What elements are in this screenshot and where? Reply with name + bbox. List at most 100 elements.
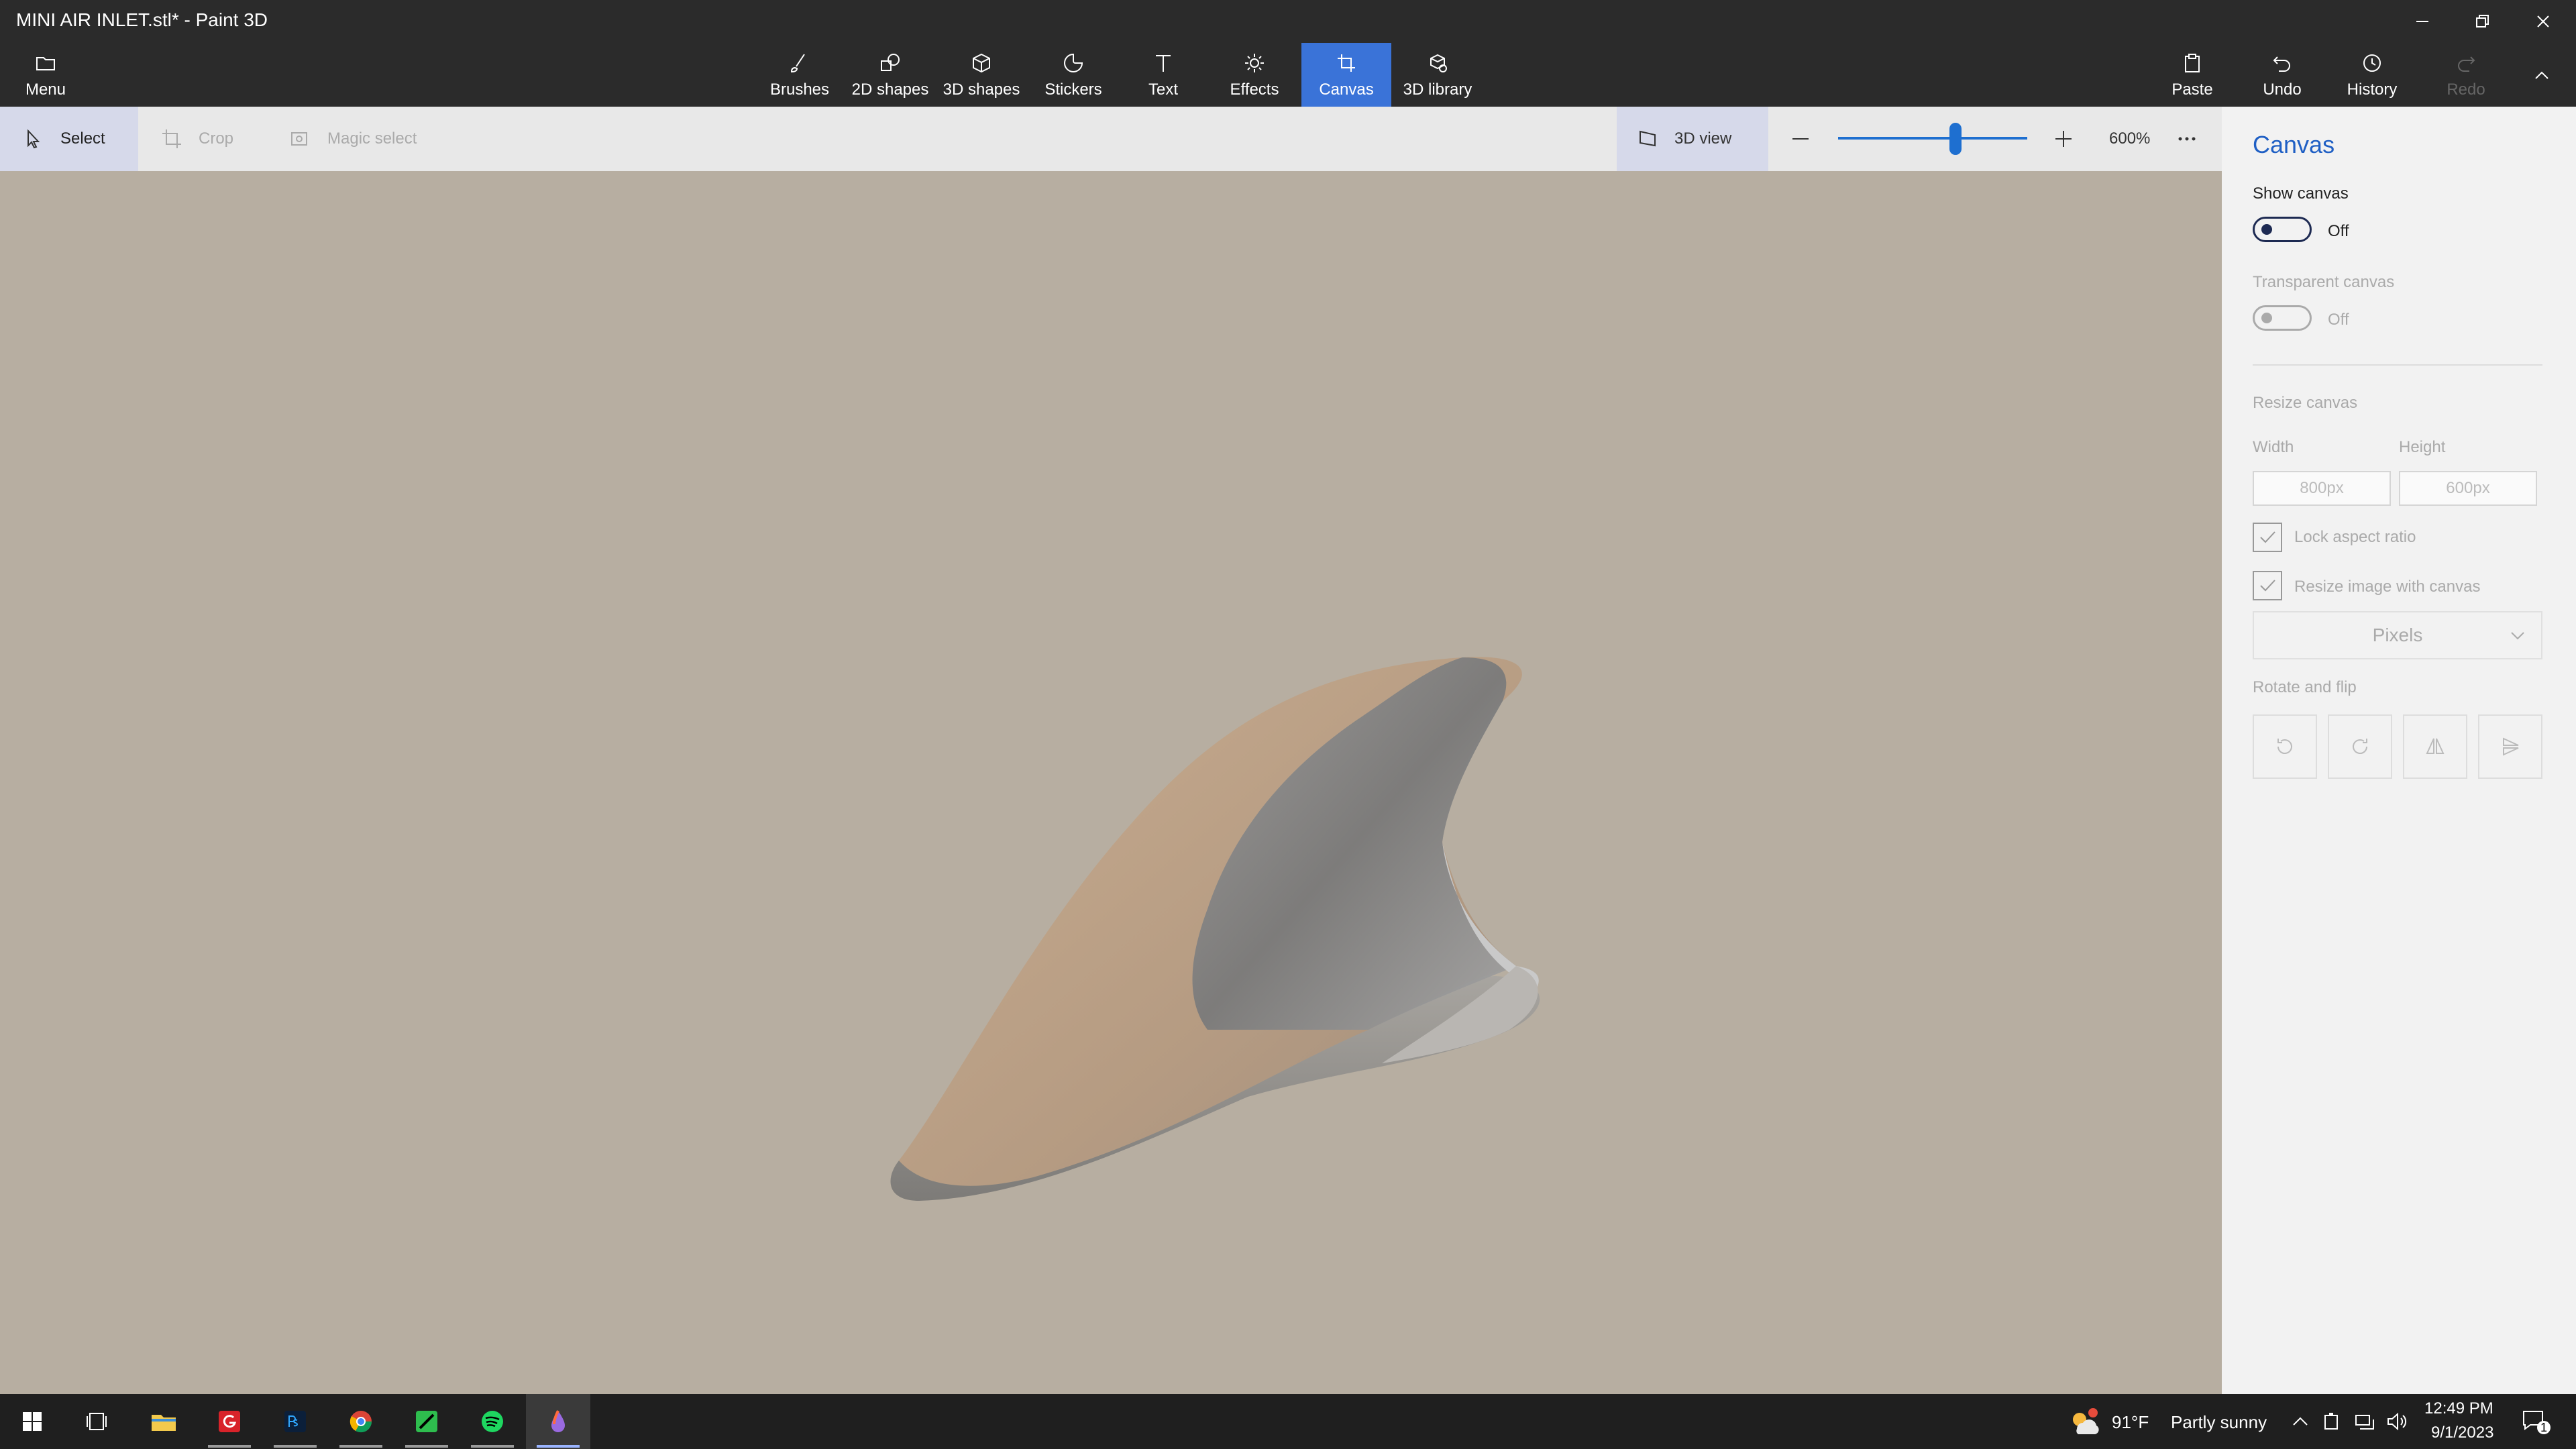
green-app-button[interactable] <box>394 1394 459 1449</box>
plus-icon <box>2055 131 2072 147</box>
clock-date: 9/1/2023 <box>2431 1424 2494 1442</box>
g-app-icon <box>219 1411 240 1432</box>
lock-aspect-label: Lock aspect ratio <box>2294 528 2416 546</box>
tab-label: Stickers <box>1044 80 1102 99</box>
chrome-button[interactable] <box>329 1394 393 1449</box>
rotate-left-button[interactable] <box>2253 714 2317 779</box>
show-canvas-state: Off <box>2328 222 2349 240</box>
network-icon[interactable] <box>2353 1410 2376 1433</box>
units-dropdown[interactable]: Pixels <box>2253 611 2542 659</box>
menu-label: Menu <box>25 80 66 99</box>
select-tool-button[interactable]: Select <box>0 107 138 171</box>
undo-icon <box>2269 50 2296 76</box>
lock-aspect-checkbox[interactable] <box>2253 523 2282 552</box>
partly-sunny-icon <box>2073 1408 2099 1434</box>
transparent-canvas-toggle[interactable] <box>2253 305 2312 331</box>
battery-icon[interactable] <box>2321 1410 2344 1433</box>
minimize-button[interactable] <box>2392 5 2453 38</box>
height-input[interactable]: 600px <box>2399 471 2537 506</box>
tab-label: Canvas <box>1319 80 1374 99</box>
3d-view-button[interactable]: 3D view <box>1617 107 1768 171</box>
crop-icon <box>162 129 181 148</box>
show-canvas-toggle[interactable] <box>2253 217 2312 242</box>
task-view-button[interactable] <box>64 1394 129 1449</box>
paint-3d-button[interactable] <box>526 1394 590 1449</box>
paint-3d-icon <box>551 1410 565 1432</box>
3d-library-icon <box>1424 50 1451 76</box>
collapse-ribbon-button[interactable] <box>2512 60 2572 90</box>
notification-center-button[interactable]: 1 <box>2520 1406 2552 1438</box>
tab-label: 3D library <box>1403 80 1472 99</box>
select-item: Select <box>23 107 105 171</box>
zoom-percent[interactable]: 600% <box>2109 107 2150 171</box>
canvas-area[interactable] <box>0 171 2222 1394</box>
window-title: MINI AIR INLET.stl* - Paint 3D <box>16 9 268 30</box>
weather-desc: Partly sunny <box>2171 1412 2267 1432</box>
menu-button[interactable]: Menu <box>15 47 76 105</box>
zoom-in-button[interactable] <box>2053 107 2090 171</box>
tab-label: Text <box>1148 80 1178 99</box>
select-label: Select <box>60 129 105 148</box>
history-icon <box>2359 50 2385 76</box>
3d-view-icon <box>1640 130 1656 147</box>
start-button[interactable] <box>0 1394 64 1449</box>
chevron-up-icon <box>2535 71 2548 79</box>
tab-text[interactable]: Text <box>1132 47 1194 105</box>
paste-label: Paste <box>2171 80 2213 99</box>
history-label: History <box>2347 80 2398 99</box>
zoom-slider-track[interactable] <box>1838 137 2027 140</box>
close-button[interactable] <box>2513 5 2573 38</box>
windows-icon <box>23 1412 42 1431</box>
crop-button[interactable]: Crop <box>161 107 233 171</box>
tab-brushes[interactable]: Brushes <box>769 47 830 105</box>
redo-icon <box>2453 50 2479 76</box>
file-explorer-button[interactable] <box>131 1394 196 1449</box>
zoom-out-button[interactable] <box>1790 107 1827 171</box>
resize-image-checkbox[interactable] <box>2253 571 2282 600</box>
canvas-icon <box>1333 50 1360 76</box>
redo-button[interactable]: Redo <box>2435 47 2497 105</box>
running-indicator <box>471 1445 514 1448</box>
app-g-button[interactable] <box>197 1394 262 1449</box>
3d-view-label: 3D view <box>1674 129 1732 148</box>
volume-icon[interactable] <box>2385 1410 2408 1433</box>
tab-3d-library[interactable]: 3D library <box>1401 47 1474 105</box>
tab-2d-shapes[interactable]: 2D shapes <box>852 47 928 105</box>
resize-canvas-label: Resize canvas <box>2253 394 2358 412</box>
running-indicator <box>405 1445 448 1448</box>
spotify-button[interactable] <box>460 1394 525 1449</box>
chrome-icon <box>350 1411 372 1433</box>
cursor-icon <box>28 129 40 149</box>
magic-select-button[interactable]: Magic select <box>290 107 417 171</box>
height-label: Height <box>2399 438 2446 456</box>
transparent-canvas-label: Transparent canvas <box>2253 273 2395 291</box>
show-canvas-label: Show canvas <box>2253 184 2349 203</box>
running-indicator <box>537 1445 580 1448</box>
effects-icon <box>1241 50 1268 76</box>
ellipsis-icon <box>2178 137 2196 141</box>
tab-stickers[interactable]: Stickers <box>1038 47 1108 105</box>
history-button[interactable]: History <box>2341 47 2403 105</box>
more-options-button[interactable] <box>2176 107 2214 171</box>
photoshop-button[interactable] <box>263 1394 327 1449</box>
flip-vertical-button[interactable] <box>2478 714 2542 779</box>
tab-3d-shapes[interactable]: 3D shapes <box>943 47 1020 105</box>
tab-effects[interactable]: Effects <box>1224 47 1285 105</box>
tab-canvas[interactable]: Canvas <box>1301 43 1391 107</box>
undo-button[interactable]: Undo <box>2251 47 2313 105</box>
canvas-panel: Canvas Show canvas Off Transparent canva… <box>2222 107 2576 1394</box>
flip-horizontal-button[interactable] <box>2403 714 2467 779</box>
paste-button[interactable]: Paste <box>2161 47 2223 105</box>
restore-button[interactable] <box>2453 5 2513 38</box>
notification-count: 1 <box>2537 1421 2551 1434</box>
chevron-up-icon[interactable] <box>2290 1411 2310 1432</box>
3d-model-air-inlet[interactable] <box>872 627 1583 1231</box>
photoshop-icon <box>284 1411 306 1432</box>
zoom-slider-thumb[interactable] <box>1949 123 1962 155</box>
width-input[interactable]: 800px <box>2253 471 2391 506</box>
divider <box>2253 364 2542 366</box>
tab-label: 2D shapes <box>851 80 929 99</box>
tab-label: 3D shapes <box>943 80 1020 99</box>
resize-image-label: Resize image with canvas <box>2294 578 2481 596</box>
rotate-right-button[interactable] <box>2328 714 2392 779</box>
